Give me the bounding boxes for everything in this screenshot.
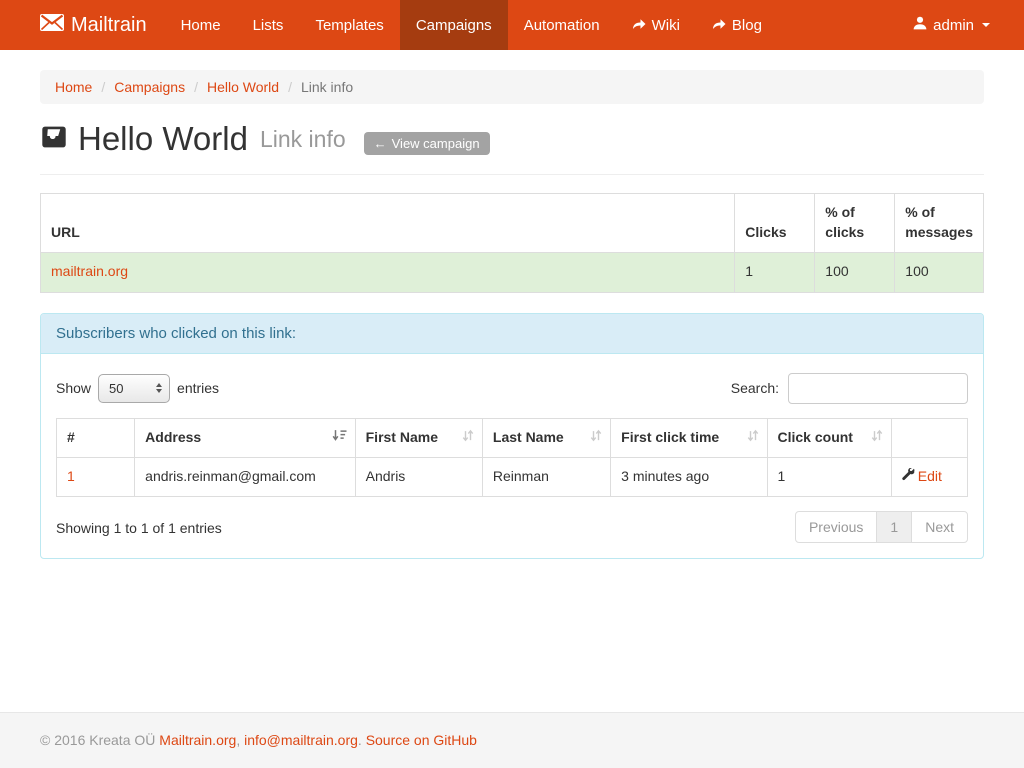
page-subtitle: Link info [260, 126, 346, 153]
url-stats-table: URL Clicks % of clicks % of messages mai… [40, 193, 984, 293]
col-click-count[interactable]: Click count [767, 418, 891, 457]
breadcrumb: Home Campaigns Hello World Link info [40, 70, 984, 104]
nav-item-automation[interactable]: Automation [508, 0, 616, 50]
pct-messages-value: 100 [895, 252, 984, 292]
col-clicks: Clicks [735, 194, 815, 253]
page-title: Hello World Link info [40, 120, 346, 158]
arrow-left-icon: ← [374, 136, 387, 151]
brand-label: Mailtrain [71, 14, 147, 37]
breadcrumb-current: Link info [279, 79, 353, 95]
subscriber-first-click: 3 minutes ago [611, 457, 767, 496]
subscriber-click-count: 1 [767, 457, 891, 496]
subscriber-first-name: Andris [355, 457, 482, 496]
nav-item-templates[interactable]: Templates [299, 0, 399, 50]
footer-link-github[interactable]: Source on GitHub [366, 732, 477, 748]
col-actions [891, 418, 967, 457]
nav-item-wiki[interactable]: Wiki [616, 0, 696, 50]
page-header: Hello World Link info ← View campaign [40, 120, 984, 158]
col-first-name[interactable]: First Name [355, 418, 482, 457]
select-spinner-icon [156, 383, 162, 393]
pagination-next[interactable]: Next [912, 511, 968, 543]
panel-title: Subscribers who clicked on this link: [41, 314, 983, 354]
mailtrain-logo-icon [40, 14, 64, 37]
subscribers-header-row: # Address [57, 418, 968, 457]
url-link[interactable]: mailtrain.org [51, 263, 128, 279]
col-last-name[interactable]: Last Name [482, 418, 610, 457]
subscribers-table: # Address [56, 418, 968, 497]
share-arrow-icon [632, 17, 646, 34]
user-menu[interactable]: admin [899, 0, 1004, 50]
sort-both-icon [747, 428, 759, 448]
view-campaign-button[interactable]: ← View campaign [364, 132, 490, 155]
subscriber-index-link[interactable]: 1 [67, 468, 75, 484]
footer-link-mailtrain[interactable]: Mailtrain.org [159, 732, 236, 748]
nav-item-lists[interactable]: Lists [237, 0, 300, 50]
table-info: Showing 1 to 1 of 1 entries [56, 511, 222, 536]
edit-link[interactable]: Edit [902, 467, 942, 487]
navbar: Mailtrain Home Lists Templates Campaigns… [0, 0, 1024, 50]
col-index: # [57, 418, 135, 457]
subscribers-panel: Subscribers who clicked on this link: Sh… [40, 313, 984, 559]
pagination: Previous 1 Next [795, 511, 968, 543]
user-icon [913, 16, 927, 34]
breadcrumb-campaigns[interactable]: Campaigns [92, 79, 185, 95]
col-url: URL [41, 194, 735, 253]
nav-item-blog[interactable]: Blog [696, 0, 778, 50]
sort-both-icon [590, 428, 602, 448]
subscriber-address: andris.reinman@gmail.com [135, 457, 355, 496]
page-length-select[interactable]: 50 [98, 374, 170, 403]
search-label: Search: [731, 380, 779, 396]
url-table-row: mailtrain.org 1 100 100 [41, 252, 984, 292]
subscriber-last-name: Reinman [482, 457, 610, 496]
clicks-value: 1 [735, 252, 815, 292]
sort-both-icon [462, 428, 474, 448]
col-pct-clicks: % of clicks [815, 194, 895, 253]
search-input[interactable] [788, 373, 968, 404]
divider [40, 174, 984, 175]
wrench-icon [902, 467, 915, 487]
chevron-down-icon [982, 23, 990, 27]
entries-label: entries [177, 380, 219, 396]
pagination-previous[interactable]: Previous [795, 511, 877, 543]
campaign-name: Hello World [78, 120, 248, 158]
col-pct-messages: % of messages [895, 194, 984, 253]
pct-clicks-value: 100 [815, 252, 895, 292]
col-first-click-time[interactable]: First click time [611, 418, 767, 457]
col-address[interactable]: Address [135, 418, 355, 457]
breadcrumb-hello-world[interactable]: Hello World [185, 79, 279, 95]
nav-item-campaigns[interactable]: Campaigns [400, 0, 508, 50]
pagination-page-1[interactable]: 1 [877, 511, 912, 543]
sort-both-icon [871, 428, 883, 448]
footer-link-email[interactable]: info@mailtrain.org [244, 732, 358, 748]
nav-item-home[interactable]: Home [165, 0, 237, 50]
show-label: Show [56, 380, 91, 396]
page-length-control: Show 50 entries [56, 374, 219, 403]
breadcrumb-home[interactable]: Home [55, 79, 92, 95]
footer: © 2016 Kreata OÜ Mailtrain.org, info@mai… [0, 712, 1024, 768]
copyright-text: © 2016 Kreata OÜ [40, 732, 155, 748]
subscriber-row: 1 andris.reinman@gmail.com Andris Reinma… [57, 457, 968, 496]
nav-menu: Home Lists Templates Campaigns Automatio… [165, 0, 778, 50]
user-name: admin [933, 17, 974, 34]
inbox-icon [40, 120, 68, 158]
brand-link[interactable]: Mailtrain [40, 0, 165, 50]
sort-ascending-icon [332, 428, 347, 448]
url-table-header-row: URL Clicks % of clicks % of messages [41, 194, 984, 253]
share-arrow-icon [712, 17, 726, 34]
